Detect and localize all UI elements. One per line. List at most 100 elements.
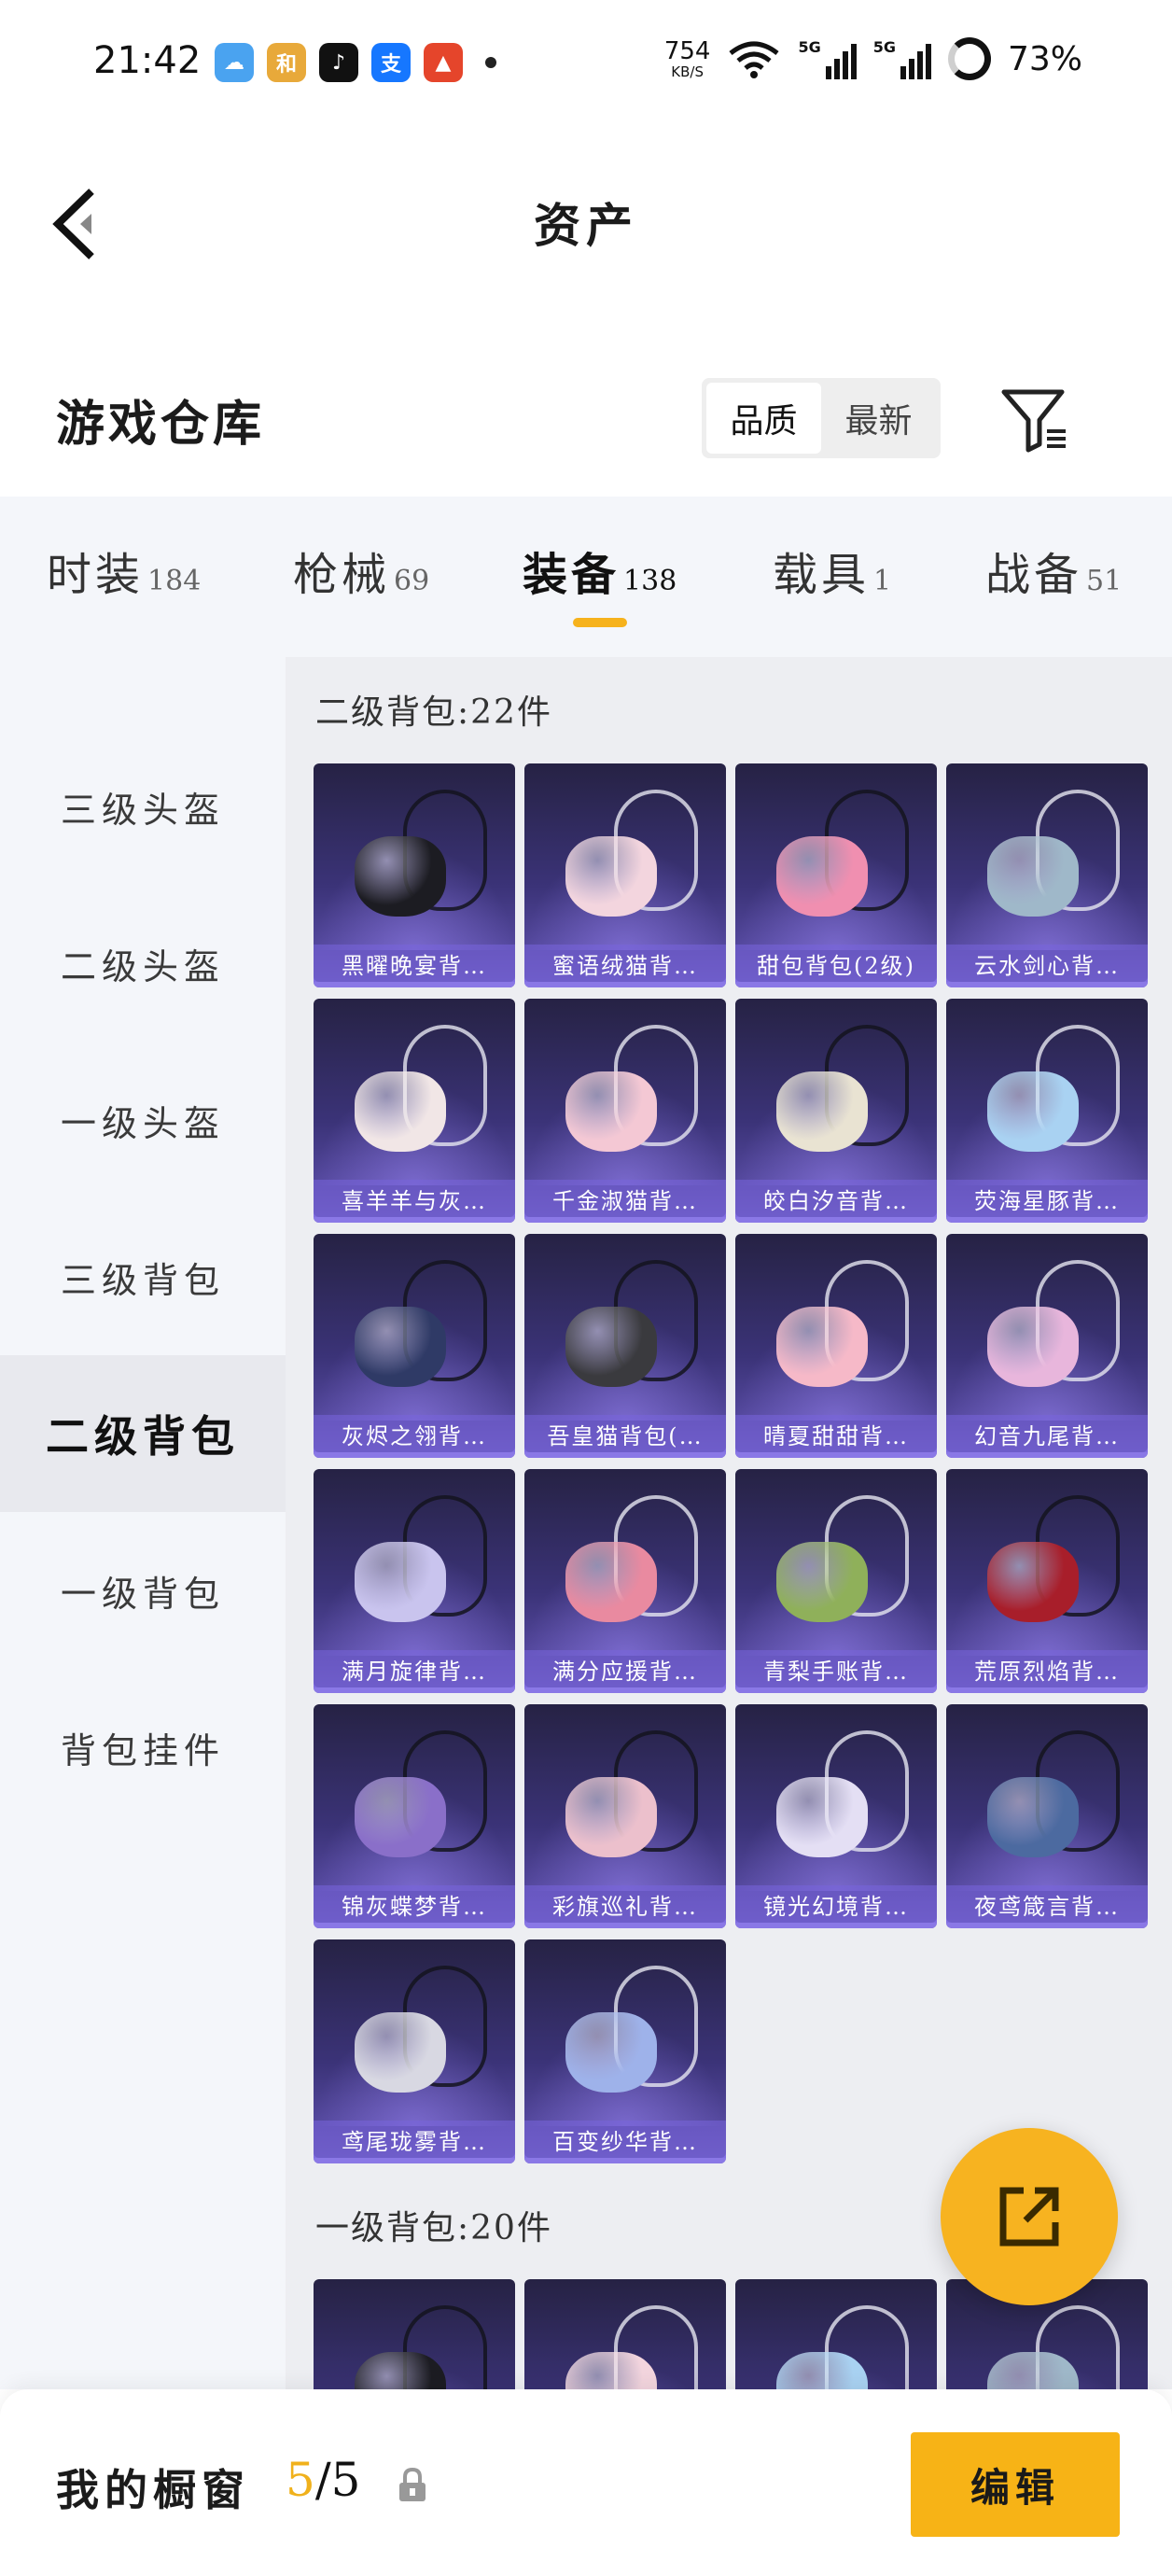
group-title: 一级背包:20件 (315, 2209, 552, 2247)
sidebar-item-5[interactable]: 一级背包 (0, 1512, 286, 1669)
tab-count: 69 (394, 565, 430, 597)
group-title: 二级背包:22件 (315, 693, 552, 732)
item-card[interactable]: 百变纱华背… (524, 1939, 726, 2163)
section-title: 游戏仓库 (56, 396, 266, 453)
item-card[interactable]: 甜包背包(2级) (735, 763, 937, 987)
sort-toggle: 品质 最新 (702, 378, 941, 458)
item-card[interactable]: 吾皇猫背包(… (524, 1234, 726, 1458)
item-card[interactable]: 夜鸢箴言背… (946, 1704, 1148, 1928)
status-indicators: 754 KB/S 5G 5G 73% (664, 37, 1082, 80)
tab-3[interactable]: 载具 1 (773, 538, 891, 603)
backpack-icon (565, 1307, 657, 1387)
sidebar-item-6[interactable]: 背包挂件 (0, 1669, 286, 1826)
lock-icon (399, 2467, 426, 2501)
item-card[interactable]: 幻音九尾背… (946, 1234, 1148, 1458)
tab-4[interactable]: 战备 51 (985, 538, 1122, 603)
item-name: 夜鸢箴言背… (946, 1885, 1148, 1923)
sidebar-item-4[interactable]: 二级背包 (0, 1355, 286, 1512)
backpack-icon (987, 1071, 1079, 1152)
showcase-label: 我的橱窗 (56, 2465, 250, 2515)
sidebar-item-0[interactable]: 三级头盔 (0, 728, 286, 885)
alipay-app-icon: 支 (371, 43, 411, 82)
showcase-bar: 我的橱窗 5/5 编辑 (0, 2389, 1172, 2576)
tab-label: 战备 (985, 549, 1083, 601)
item-card[interactable]: 灰烬之翎背… (314, 1234, 515, 1458)
item-name: 满分应援背… (524, 1650, 726, 1687)
item-name: 锦灰蝶梦背… (314, 1885, 515, 1923)
item-card[interactable] (524, 2279, 726, 2389)
item-card[interactable]: 锦灰蝶梦背… (314, 1704, 515, 1928)
item-name: 青梨手账背… (735, 1650, 937, 1687)
share-button[interactable] (941, 2128, 1118, 2305)
item-card[interactable]: 青梨手账背… (735, 1469, 937, 1693)
item-name: 百变纱华背… (524, 2121, 726, 2158)
external-link-icon (999, 2187, 1059, 2247)
item-card[interactable]: 荒原烈焰背… (946, 1469, 1148, 1693)
network-speed: 754 KB/S (664, 39, 711, 79)
item-name: 鸢尾珑雾背… (314, 2121, 515, 2158)
backpack-icon (987, 836, 1079, 917)
tab-2[interactable]: 装备 138 (523, 538, 677, 603)
tab-count: 138 (623, 565, 677, 597)
item-card[interactable]: 黑曜晚宴背… (314, 763, 515, 987)
item-name: 彩旗巡礼背… (524, 1885, 726, 1923)
item-card[interactable]: 镜光幻境背… (735, 1704, 937, 1928)
backpack-icon (987, 1542, 1079, 1622)
item-card[interactable]: 晴夏甜甜背… (735, 1234, 937, 1458)
item-name: 云水剑心背… (946, 945, 1148, 982)
tab-1[interactable]: 枪械 69 (293, 538, 429, 603)
backpack-icon (776, 1307, 868, 1387)
filter-icon[interactable] (997, 383, 1071, 457)
backpack-icon (355, 1307, 446, 1387)
signal-type-label: 5G (798, 38, 821, 56)
item-name: 甜包背包(2级) (735, 945, 937, 982)
sidebar-item-2[interactable]: 一级头盔 (0, 1042, 286, 1198)
sort-option-quality[interactable]: 品质 (706, 383, 821, 454)
backpack-icon (565, 836, 657, 917)
item-card[interactable] (735, 2279, 937, 2389)
weather-app-icon: ☁ (215, 43, 254, 82)
item-name: 满月旋律背… (314, 1650, 515, 1687)
app-header: 资产 (0, 131, 1172, 308)
status-time: 21:42 (93, 39, 202, 82)
cell-signal-icon: 5G (873, 38, 931, 79)
item-card[interactable]: 云水剑心背… (946, 763, 1148, 987)
item-card[interactable]: 满月旋律背… (314, 1469, 515, 1693)
sidebar-item-3[interactable]: 三级背包 (0, 1198, 286, 1355)
item-name: 灰烬之翎背… (314, 1415, 515, 1452)
item-card[interactable]: 彩旗巡礼背… (524, 1704, 726, 1928)
sort-option-newest[interactable]: 最新 (821, 383, 936, 454)
tab-count: 184 (147, 565, 202, 597)
item-card[interactable]: 满分应援背… (524, 1469, 726, 1693)
cell-signal-icon: 5G (798, 38, 857, 79)
item-card[interactable]: 鸢尾珑雾背… (314, 1939, 515, 2163)
backpack-icon (565, 1071, 657, 1152)
tiktok-app-icon: ♪ (319, 43, 358, 82)
more-notifications-dot (485, 57, 496, 68)
backpack-icon (355, 1071, 446, 1152)
item-card[interactable] (314, 2279, 515, 2389)
backpack-icon (987, 1307, 1079, 1387)
item-card[interactable]: 喜羊羊与灰… (314, 999, 515, 1223)
battery-percentage: 73% (1007, 39, 1082, 78)
tab-0[interactable]: 时装 184 (47, 538, 201, 603)
notification-icons: ☁ 和 ♪ 支 ▲ (215, 43, 496, 82)
item-card[interactable]: 皎白汐音背… (735, 999, 937, 1223)
item-name: 幻音九尾背… (946, 1415, 1148, 1452)
backpack-icon (565, 1777, 657, 1857)
item-name: 晴夏甜甜背… (735, 1415, 937, 1452)
network-speed-unit: KB/S (671, 63, 704, 80)
showcase-count: 5/5 (286, 2453, 360, 2507)
red-app-icon: ▲ (424, 43, 463, 82)
item-card[interactable]: 千金淑猫背… (524, 999, 726, 1223)
item-card[interactable]: 蜜语绒猫背… (524, 763, 726, 987)
sidebar-item-1[interactable]: 二级头盔 (0, 885, 286, 1042)
edit-button[interactable]: 编辑 (911, 2432, 1120, 2537)
item-name: 千金淑猫背… (524, 1180, 726, 1217)
backpack-icon (565, 2012, 657, 2093)
backpack-icon (776, 1542, 868, 1622)
backpack-icon (776, 1777, 868, 1857)
item-card[interactable]: 荧海星豚背… (946, 999, 1148, 1223)
network-speed-value: 754 (663, 36, 711, 65)
tab-count: 1 (873, 565, 892, 597)
